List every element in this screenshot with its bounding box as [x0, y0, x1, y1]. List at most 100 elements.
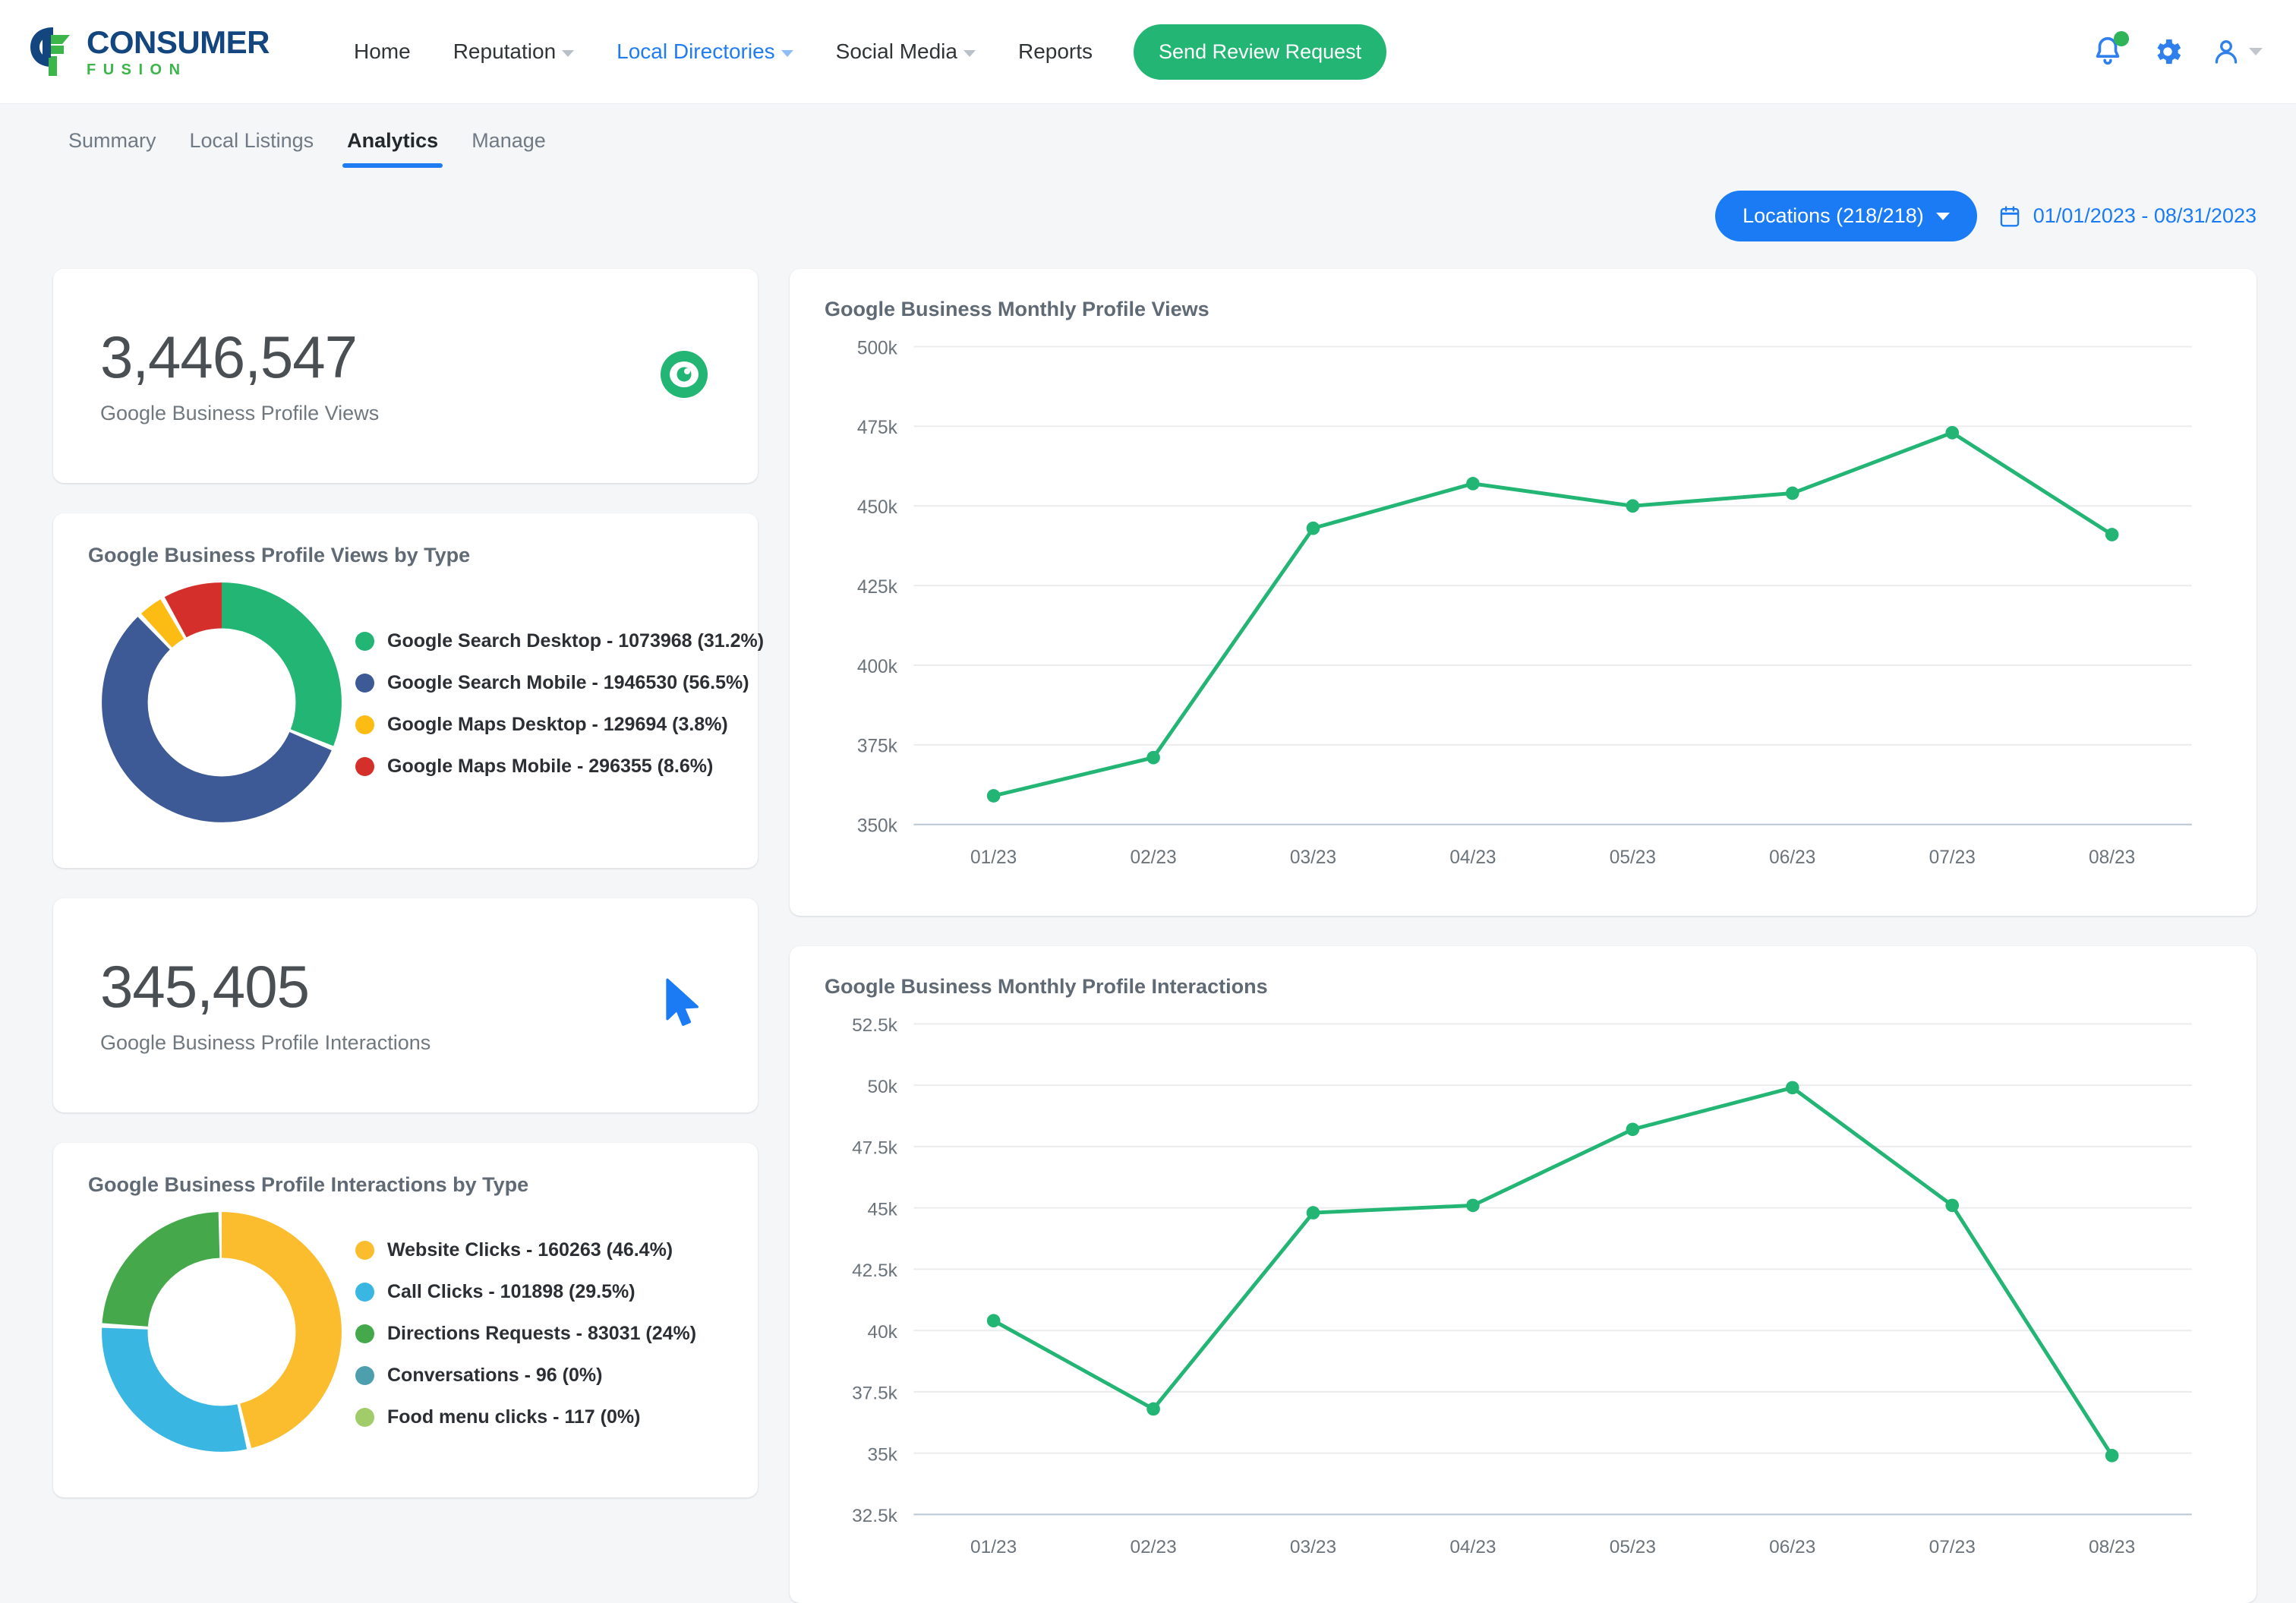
- date-range-label: 01/01/2023 - 08/31/2023: [2033, 204, 2257, 227]
- nav-item-social-media-label: Social Media: [835, 39, 957, 63]
- line-chart-svg: 500k 475k 450k 425k 400k 375k 350k 01/23 02/23 03…: [857, 338, 2192, 868]
- legend-color-swatch: [355, 1324, 374, 1343]
- svg-text:450k: 450k: [857, 497, 898, 518]
- legend-label: Food menu clicks - 117 (0%): [387, 1406, 641, 1428]
- svg-text:47.5k: 47.5k: [852, 1138, 898, 1159]
- legend-item[interactable]: Google Search Desktop - 1073968 (31.2%): [355, 630, 764, 652]
- monthly-profile-views-title: Google Business Monthly Profile Views: [825, 298, 1210, 320]
- chevron-down-icon: [963, 49, 976, 57]
- monthly-profile-interactions-plot: 52.5k 50k 47.5k 45k 42.5k 40k 37.5k 35k 32.5k 01/…: [825, 1003, 2222, 1582]
- logo-text-secondary: FUSION: [87, 61, 188, 78]
- legend-item[interactable]: Google Search Mobile - 1946530 (56.5%): [355, 672, 764, 694]
- tab-local-listings[interactable]: Local Listings: [173, 129, 331, 168]
- legend-item[interactable]: Food menu clicks - 117 (0%): [355, 1406, 696, 1428]
- main-menu: Home Reputation Local Directories Social…: [333, 24, 1387, 80]
- legend-item[interactable]: Google Maps Mobile - 296355 (8.6%): [355, 756, 764, 778]
- monthly-profile-interactions-title: Google Business Monthly Profile Interact…: [825, 975, 1268, 999]
- nav-item-reports-label: Reports: [1017, 39, 1093, 63]
- nav-item-home-label: Home: [354, 39, 411, 63]
- interactions-by-type-title: Google Business Profile Interactions by …: [88, 1173, 529, 1196]
- views-by-type-title: Google Business Profile Views by Type: [88, 544, 471, 566]
- top-navigation-bar: CONSUMER FUSION Home Reputation Local Di…: [0, 0, 2296, 104]
- donut-svg: [102, 1212, 342, 1452]
- svg-text:52.5k: 52.5k: [852, 1015, 898, 1036]
- nav-right-actions: [2090, 31, 2263, 69]
- svg-text:07/23: 07/23: [1929, 1537, 1976, 1557]
- nav-item-reputation[interactable]: Reputation: [432, 32, 595, 71]
- section-tabs: Summary Local Listings Analytics Manage: [0, 104, 2296, 168]
- svg-text:06/23: 06/23: [1769, 847, 1815, 868]
- cursor-icon: [656, 974, 711, 1037]
- gear-icon: [2157, 39, 2181, 65]
- svg-text:475k: 475k: [857, 418, 898, 438]
- legend-label: Conversations - 96 (0%): [387, 1364, 603, 1386]
- svg-text:03/23: 03/23: [1290, 1537, 1336, 1557]
- legend-color-swatch: [355, 715, 374, 734]
- date-range-picker[interactable]: 01/01/2023 - 08/31/2023: [1998, 204, 2257, 229]
- eye-icon: [658, 348, 711, 405]
- views-by-type-card: Google Business Profile Views by Type Go…: [53, 513, 764, 868]
- svg-text:02/23: 02/23: [1130, 847, 1176, 868]
- nav-item-social-media[interactable]: Social Media: [815, 32, 997, 71]
- legend-label: Google Maps Mobile - 296355 (8.6%): [387, 756, 714, 777]
- notification-badge-dot: [2114, 31, 2129, 46]
- legend-color-swatch: [355, 1365, 374, 1385]
- send-review-request-button[interactable]: Send Review Request: [1134, 24, 1387, 80]
- legend-item[interactable]: Call Clicks - 101898 (29.5%): [355, 1281, 696, 1303]
- legend-color-swatch: [355, 1407, 374, 1427]
- views-by-type-donut-chart: [88, 575, 355, 830]
- user-account-menu[interactable]: [2210, 36, 2263, 68]
- nav-item-reputation-label: Reputation: [453, 39, 557, 63]
- line-chart-svg: 52.5k 50k 47.5k 45k 42.5k 40k 37.5k 35k 32.5k 01/…: [852, 1015, 2192, 1557]
- legend-color-swatch: [355, 1282, 374, 1302]
- right-column: Google Business Monthly Profile Views 50…: [790, 269, 2257, 1603]
- nav-item-local-directories[interactable]: Local Directories: [595, 32, 815, 71]
- svg-text:08/23: 08/23: [2089, 1537, 2135, 1557]
- monthly-profile-interactions-card: Google Business Monthly Profile Interact…: [790, 946, 2257, 1603]
- nav-item-reports[interactable]: Reports: [997, 32, 1114, 71]
- svg-text:03/23: 03/23: [1290, 847, 1336, 868]
- svg-text:07/23: 07/23: [1929, 847, 1976, 868]
- svg-text:35k: 35k: [867, 1445, 897, 1466]
- locations-filter-button[interactable]: Locations (218/218): [1715, 191, 1977, 241]
- svg-text:02/23: 02/23: [1130, 1537, 1176, 1557]
- kpi-label: Google Business Profile Interactions: [100, 1031, 431, 1055]
- chevron-down-icon: [1935, 212, 1950, 220]
- tab-summary[interactable]: Summary: [52, 129, 173, 168]
- legend-item[interactable]: Directions Requests - 83031 (24%): [355, 1323, 696, 1345]
- legend-item[interactable]: Google Maps Desktop - 129694 (3.8%): [355, 714, 764, 736]
- svg-text:350k: 350k: [857, 816, 898, 837]
- svg-text:42.5k: 42.5k: [852, 1261, 898, 1281]
- nav-item-home[interactable]: Home: [333, 32, 432, 71]
- tab-summary-label: Summary: [68, 129, 156, 152]
- svg-text:400k: 400k: [857, 657, 898, 677]
- settings-gear-button[interactable]: [2151, 35, 2184, 68]
- legend-label: Google Search Desktop - 1073968 (31.2%): [387, 630, 765, 652]
- legend-color-swatch: [355, 1240, 374, 1260]
- legend-item[interactable]: Conversations - 96 (0%): [355, 1365, 696, 1387]
- legend-label: Call Clicks - 101898 (29.5%): [387, 1280, 636, 1302]
- tab-manage[interactable]: Manage: [455, 129, 563, 168]
- brand-logo[interactable]: CONSUMER FUSION: [27, 24, 310, 79]
- kpi-value: 3,446,547: [100, 323, 358, 390]
- svg-text:01/23: 01/23: [970, 1537, 1017, 1557]
- svg-text:40k: 40k: [867, 1322, 897, 1343]
- tab-analytics-label: Analytics: [347, 129, 439, 152]
- kpi-value: 345,405: [100, 952, 310, 1020]
- notification-bell-button[interactable]: [2090, 31, 2129, 69]
- tab-analytics[interactable]: Analytics: [330, 129, 455, 168]
- svg-text:375k: 375k: [857, 737, 898, 757]
- monthly-profile-views-plot: 500k 475k 450k 425k 400k 375k 350k 01/23 02/23 03…: [825, 326, 2222, 893]
- tab-local-listings-label: Local Listings: [189, 129, 314, 152]
- svg-text:50k: 50k: [867, 1077, 897, 1097]
- interactions-by-type-legend: Website Clicks - 160263 (46.4%) Call Cli…: [355, 1236, 696, 1428]
- legend-item[interactable]: Website Clicks - 160263 (46.4%): [355, 1239, 696, 1261]
- chevron-down-icon: [562, 49, 575, 57]
- chevron-down-icon: [781, 49, 793, 57]
- locations-filter-label: Locations (218/218): [1742, 204, 1924, 227]
- svg-text:425k: 425k: [857, 577, 898, 598]
- svg-text:500k: 500k: [857, 338, 898, 358]
- legend-color-swatch: [355, 674, 374, 693]
- legend-label: Website Clicks - 160263 (46.4%): [387, 1239, 673, 1261]
- legend-label: Google Search Mobile - 1946530 (56.5%): [387, 672, 749, 693]
